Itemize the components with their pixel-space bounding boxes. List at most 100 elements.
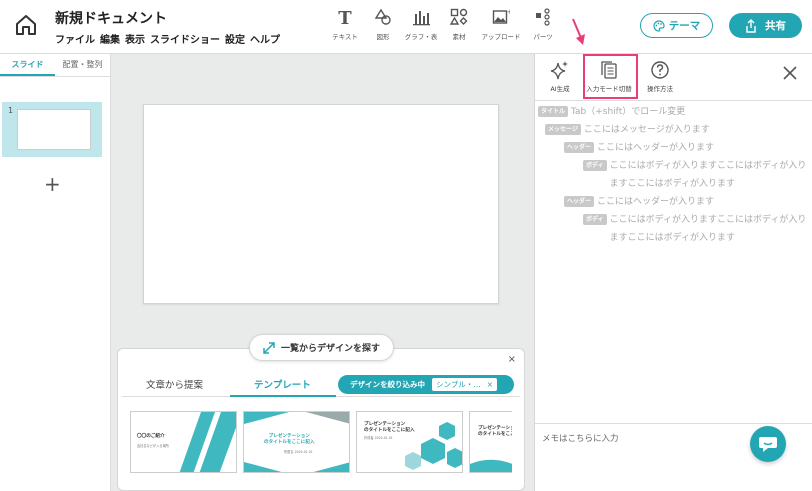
template-card[interactable]: プレゼンテーション のタイトルをここに記入 所属名 2024.01.01: [243, 411, 350, 473]
menu-help[interactable]: ヘルプ: [250, 31, 280, 46]
template-tabs: 文章から提案 テンプレート デザインを絞り込み中 シンプル・… ×: [122, 373, 520, 397]
insert-toolbar: T テキスト 図形 グラフ・表 素材 + アップロード パーツ: [326, 8, 562, 41]
outline-row-text: ここにはボディが入りますここにはボディが入りますここにはボディが入ります: [609, 215, 807, 243]
home-icon[interactable]: [13, 12, 39, 38]
card-title: プレゼンテーション のタイトルをここ: [478, 426, 512, 437]
outline-row-text: ここにはメッセージが入ります: [583, 125, 710, 135]
outline-row-text: Tab（+shift）でロール変更: [571, 107, 686, 117]
role-tag: ヘッダー: [564, 142, 595, 153]
svg-text:+: +: [507, 8, 510, 16]
filter-clear-icon[interactable]: ×: [487, 380, 493, 389]
slide-number: 1: [8, 106, 14, 115]
outline-row[interactable]: メッセージ ここにはメッセージが入ります: [545, 121, 808, 139]
help-label: 操作方法: [647, 85, 673, 93]
slide-thumbnail-item[interactable]: 1: [2, 102, 102, 157]
add-slide-button[interactable]: +: [44, 172, 61, 196]
text-icon: T: [338, 8, 352, 26]
browse-designs-label: 一覧からデザインを探す: [280, 344, 380, 354]
memo-divider: [535, 423, 812, 424]
share-icon: [746, 18, 756, 33]
parts-tool-label: パーツ: [533, 33, 553, 41]
shape-tool-button[interactable]: 図形: [364, 8, 402, 41]
role-tag: タイトル: [538, 106, 569, 117]
share-button[interactable]: 共有: [729, 13, 802, 38]
share-label: 共有: [765, 20, 786, 32]
upload-tool-label: アップロード: [481, 33, 521, 41]
template-card[interactable]: プレゼンテーション のタイトルをここ: [469, 411, 512, 473]
template-card[interactable]: プレゼンテーション のタイトルをここに記入 作成者 2024.01.01: [356, 411, 463, 473]
chat-icon: [759, 437, 777, 452]
chart-tool-button[interactable]: グラフ・表: [402, 8, 440, 41]
slide-thumbnail[interactable]: [17, 109, 91, 150]
role-tag: ボディ: [583, 160, 607, 171]
slide-sidebar: スライド 配置・整列 1 +: [0, 54, 111, 491]
assets-tool-label: 素材: [452, 33, 466, 41]
card-graphic: [470, 459, 512, 472]
highlight-box: [583, 54, 638, 99]
card-title: プレゼンテーション のタイトルをここに記入: [364, 422, 415, 433]
shape-icon: [374, 8, 391, 25]
active-tab-indicator: [230, 395, 336, 397]
theme-button[interactable]: テーマ: [640, 13, 713, 38]
tab-templates[interactable]: テンプレート: [254, 377, 311, 391]
filter-label: デザインを絞り込み中: [350, 380, 425, 389]
card-subtitle: 会社名などが入る場所: [137, 444, 169, 448]
assets-tool-button[interactable]: 素材: [440, 8, 478, 41]
tab-slides[interactable]: スライド: [0, 54, 55, 76]
outline-row[interactable]: ヘッダー ここにはヘッダーが入ります: [564, 139, 808, 157]
filter-value: シンプル・…: [436, 380, 481, 389]
panel-divider: [535, 100, 812, 101]
sidebar-tabs: スライド 配置・整列: [0, 54, 110, 77]
card-subtitle: 作成者 2024.01.01: [364, 436, 393, 440]
slide-canvas[interactable]: [143, 104, 499, 304]
assets-icon: [450, 8, 468, 25]
help-icon: [651, 61, 669, 79]
template-panel-close-button[interactable]: ×: [508, 354, 516, 365]
pointer-arrow-icon: [572, 18, 585, 45]
expand-icon: [263, 341, 275, 354]
parts-icon: [536, 8, 550, 26]
sparkle-icon: [550, 61, 568, 80]
tab-arrange[interactable]: 配置・整列: [55, 54, 110, 76]
menu-settings[interactable]: 設定: [225, 31, 245, 46]
close-icon[interactable]: [781, 64, 799, 82]
svg-text:T: T: [338, 8, 352, 26]
browse-designs-button[interactable]: 一覧からデザインを探す: [249, 334, 394, 361]
outline-row[interactable]: ボディ ここにはボディが入りますここにはボディが入りますここにはボディが入ります: [583, 157, 807, 193]
card-subtitle: 所属名 2024.01.01: [284, 450, 313, 454]
outline-row-text: ここにはボディが入りますここにはボディが入りますここにはボディが入ります: [609, 161, 807, 189]
parts-tool-button[interactable]: パーツ: [524, 8, 562, 41]
card-title: 〇〇のご紹介: [137, 434, 165, 439]
template-card[interactable]: 〇〇のご紹介 会社名などが入る場所: [130, 411, 237, 473]
outline-row-text: ここにはヘッダーが入ります: [597, 197, 715, 207]
upload-icon: +: [492, 8, 510, 24]
header: 新規ドキュメント ファイル 編集 表示 スライドショー 設定 ヘルプ T テキス…: [0, 0, 812, 54]
outline-row[interactable]: ボディ ここにはボディが入りますここにはボディが入りますここにはボディが入ります: [583, 211, 807, 247]
outline-row[interactable]: ヘッダー ここにはヘッダーが入ります: [564, 193, 808, 211]
menu-file[interactable]: ファイル: [55, 31, 95, 46]
template-panel: × 文章から提案 テンプレート デザインを絞り込み中 シンプル・… × 〇〇のご…: [117, 348, 525, 491]
palette-icon: [653, 19, 665, 32]
card-title: プレゼンテーション のタイトルをここに記入: [264, 434, 315, 445]
chat-support-button[interactable]: [750, 426, 786, 462]
ai-generate-button[interactable]: AI生成: [537, 60, 583, 93]
filter-chip[interactable]: シンプル・… ×: [432, 378, 498, 391]
theme-label: テーマ: [668, 20, 701, 32]
text-tool-button[interactable]: T テキスト: [326, 8, 364, 41]
chart-tool-label: グラフ・表: [404, 33, 438, 41]
outline-row[interactable]: タイトル Tab（+shift）でロール変更: [538, 103, 808, 121]
memo-input[interactable]: メモはこちらに入力: [542, 432, 619, 444]
tab-suggest-from-text[interactable]: 文章から提案: [146, 377, 203, 391]
menu-slideshow[interactable]: スライドショー: [150, 31, 220, 46]
menu-view[interactable]: 表示: [125, 31, 145, 46]
shape-tool-label: 図形: [376, 33, 390, 41]
help-button[interactable]: 操作方法: [637, 60, 683, 93]
outline-row-text: ここにはヘッダーが入ります: [597, 143, 715, 153]
upload-tool-button[interactable]: + アップロード: [478, 8, 524, 41]
design-filter-button[interactable]: デザインを絞り込み中 シンプル・… ×: [338, 375, 514, 394]
ai-generate-label: AI生成: [550, 85, 570, 93]
document-title[interactable]: 新規ドキュメント: [55, 8, 167, 28]
role-tag: ヘッダー: [564, 196, 595, 207]
menu-edit[interactable]: 編集: [100, 31, 120, 46]
menu-bar: ファイル 編集 表示 スライドショー 設定 ヘルプ: [55, 31, 280, 46]
